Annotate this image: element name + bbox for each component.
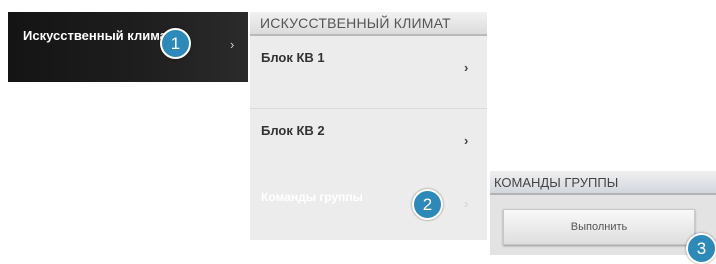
list-item-group-commands[interactable]: Команды группы › 2 [250, 172, 487, 240]
list-item-label: Блок КВ 1 [261, 50, 325, 65]
list-item-kv2[interactable]: Блок КВ 2 › [250, 108, 487, 173]
step-badge-2: 2 [412, 189, 443, 220]
menu-item-artificial-climate[interactable]: Искусственный климат › [8, 12, 248, 82]
menu-item-label: Искусственный климат [23, 28, 174, 43]
list-item-label: Команды группы [261, 190, 363, 204]
chevron-right-icon: › [464, 196, 469, 211]
list-item-label: Блок КВ 2 [261, 123, 325, 138]
step-badge-1: 1 [160, 28, 191, 59]
step-badge-3: 3 [686, 233, 716, 264]
chevron-right-icon: › [230, 37, 235, 52]
list-item-kv1[interactable]: Блок КВ 1 › [250, 36, 487, 108]
chevron-right-icon: › [464, 133, 469, 148]
chevron-right-icon: › [464, 60, 469, 75]
climate-panel-title: ИСКУССТВЕННЫЙ КЛИМАТ [250, 12, 487, 36]
group-commands-panel: КОМАНДЫ ГРУППЫ Выполнить [490, 171, 716, 255]
climate-panel: ИСКУССТВЕННЫЙ КЛИМАТ Блок КВ 1 › Блок КВ… [250, 12, 487, 240]
execute-button[interactable]: Выполнить [503, 209, 695, 245]
group-commands-title: КОМАНДЫ ГРУППЫ [490, 171, 716, 195]
